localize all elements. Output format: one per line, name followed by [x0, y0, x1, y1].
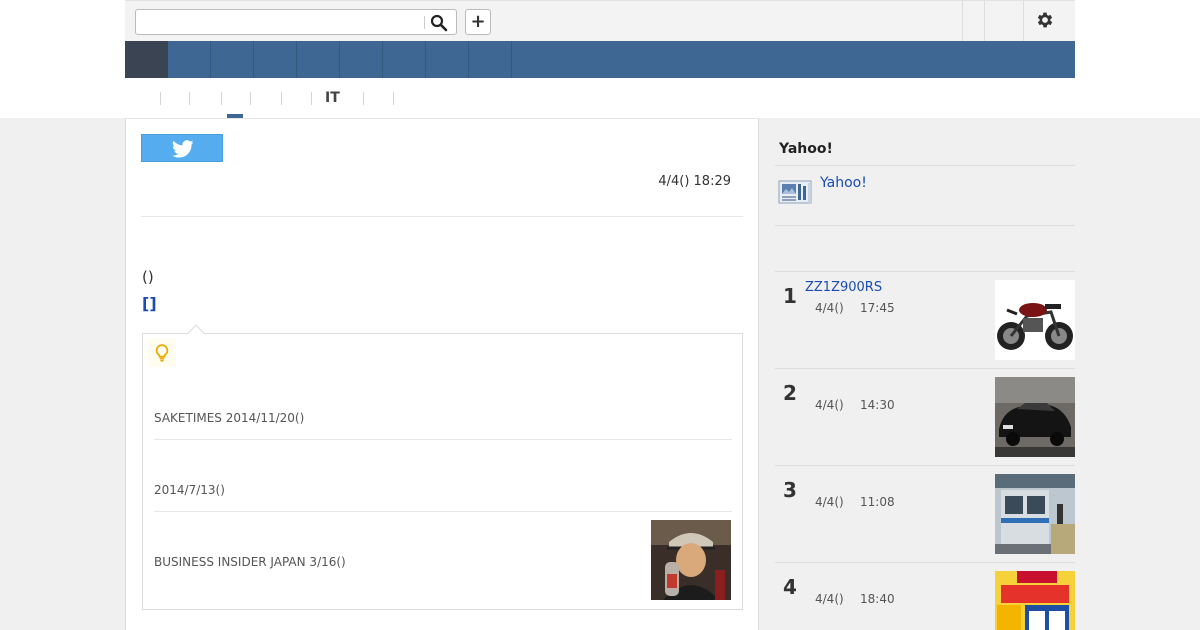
subtab-divider: [160, 92, 161, 105]
settings-button[interactable]: [1035, 10, 1057, 32]
rank-title[interactable]: ZZ1Z900RS: [805, 280, 882, 295]
search-divider: [424, 16, 425, 29]
topbar-divider: [962, 1, 963, 42]
rank-number: 4: [783, 575, 797, 599]
nav-tab[interactable]: [254, 41, 297, 78]
article-text: (): [142, 268, 154, 286]
category-nav: [125, 41, 1075, 78]
divider: [154, 439, 732, 440]
train-thumbnail[interactable]: [995, 474, 1075, 554]
sidebar: Yahoo! Yahoo! 1 ZZ1Z900RS 4/4() 17:45 2 …: [775, 118, 1075, 630]
rank-date: 4/4(): [815, 301, 844, 315]
divider: [154, 511, 732, 512]
rank-time: 18:40: [860, 592, 895, 606]
plus-icon: +: [470, 11, 486, 32]
related-articles-box: SAKETIMES 2014/11/20() 2014/7/13() BUSIN…: [142, 324, 743, 610]
car-thumbnail[interactable]: [995, 377, 1075, 457]
tab-it[interactable]: IT: [325, 90, 340, 106]
rank-number: 2: [783, 381, 797, 405]
rank-date: 4/4(): [815, 495, 844, 509]
divider: [775, 225, 1075, 226]
nav-tab[interactable]: [340, 41, 383, 78]
ranking-item[interactable]: 1 ZZ1Z900RS 4/4() 17:45: [775, 271, 1075, 368]
related-article-item[interactable]: 2014/7/13(): [154, 483, 732, 497]
top-utility-bar: +: [125, 0, 1075, 42]
nav-tab[interactable]: [168, 41, 211, 78]
related-article-item[interactable]: BUSINESS INSIDER JAPAN 3/16(): [154, 555, 732, 569]
gear-icon: [1037, 12, 1053, 28]
rank-number: 3: [783, 478, 797, 502]
rank-number: 1: [783, 284, 797, 308]
article-date: 4/4() 18:29: [658, 174, 731, 189]
subtab-divider: [393, 92, 394, 105]
snack-thumbnail[interactable]: [995, 571, 1075, 630]
tweet-button[interactable]: [141, 134, 223, 162]
divider: [141, 216, 743, 217]
subtab-divider: [250, 92, 251, 105]
rank-time: 17:45: [860, 301, 895, 315]
nav-home-tab[interactable]: [125, 41, 168, 78]
article-column: 4/4() 18:29 () [] SAKETIMES 2014/11/20()…: [125, 118, 759, 630]
nav-tab[interactable]: [211, 41, 254, 78]
subtab-divider: [363, 92, 364, 105]
topbar-divider: [1023, 1, 1024, 42]
search-icon: [430, 14, 448, 32]
sub-category-tabs: IT: [125, 78, 1075, 118]
rank-time: 14:30: [860, 398, 895, 412]
search-box: [135, 9, 457, 35]
lightbulb-icon: [155, 344, 169, 362]
sidebar-title: Yahoo!: [779, 141, 833, 157]
yahoo-news-icon: [778, 178, 814, 206]
motorcycle-thumbnail[interactable]: [995, 280, 1075, 360]
rank-date: 4/4(): [815, 398, 844, 412]
article-link[interactable]: []: [142, 294, 157, 313]
nav-tab[interactable]: [297, 41, 340, 78]
divider: [775, 165, 1075, 166]
add-button[interactable]: +: [465, 9, 491, 35]
callout-notch: [187, 324, 205, 342]
subtab-divider: [189, 92, 190, 105]
nav-tab[interactable]: [383, 41, 426, 78]
ranking-item[interactable]: 3 4/4() 11:08: [775, 465, 1075, 562]
rank-time: 11:08: [860, 495, 895, 509]
ranking-item[interactable]: 4 4/4() 18:40: [775, 562, 1075, 630]
person-photo: [651, 520, 731, 600]
subtab-divider: [281, 92, 282, 105]
twitter-icon: [172, 140, 194, 158]
search-input[interactable]: [140, 13, 420, 31]
topbar-divider: [984, 1, 985, 42]
related-article-item[interactable]: SAKETIMES 2014/11/20(): [154, 411, 732, 425]
subtab-divider: [221, 92, 222, 105]
nav-tab[interactable]: [426, 41, 469, 78]
yahoo-link[interactable]: Yahoo!: [820, 175, 867, 191]
related-article-thumbnail[interactable]: [651, 520, 731, 600]
search-button[interactable]: [430, 14, 450, 32]
nav-tab[interactable]: [469, 41, 512, 78]
rank-date: 4/4(): [815, 592, 844, 606]
subtab-divider: [311, 92, 312, 105]
lightbulb-badge: [148, 339, 176, 367]
ranking-item[interactable]: 2 4/4() 14:30: [775, 368, 1075, 465]
